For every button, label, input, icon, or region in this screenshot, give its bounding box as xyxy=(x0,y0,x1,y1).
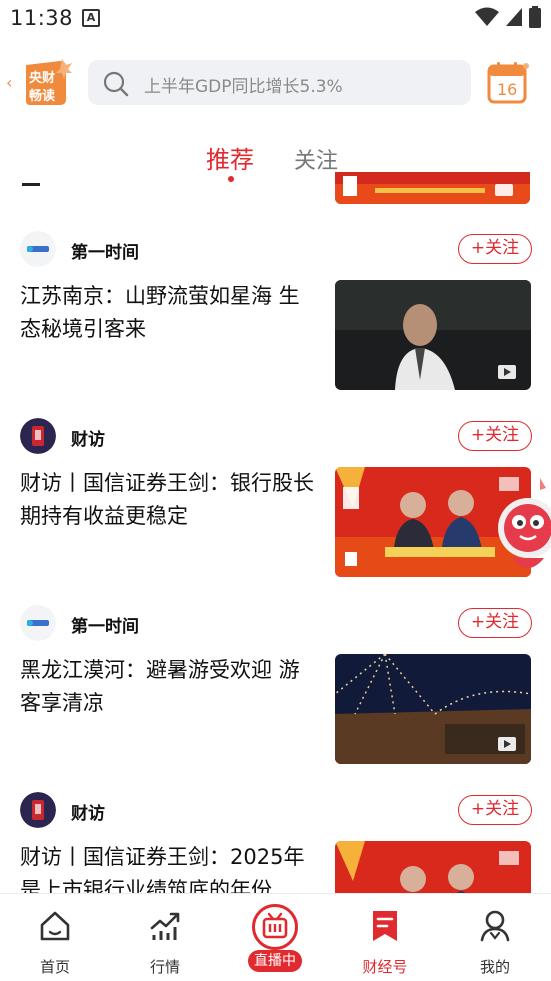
tab-recommend[interactable]: 推荐 xyxy=(206,140,254,175)
battery-icon xyxy=(529,6,541,28)
avatar[interactable] xyxy=(20,231,56,267)
nav-mine-label: 我的 xyxy=(479,958,510,976)
news-title[interactable]: 江苏南京：山野流萤如星海 生态秘境引客来 xyxy=(20,280,316,346)
chart-icon xyxy=(150,912,180,940)
partial-title-fragment xyxy=(22,176,40,186)
cctv-reading-logo[interactable]: 央财 畅读 xyxy=(22,57,74,109)
avatar[interactable] xyxy=(20,418,56,454)
nav-mine[interactable]: 我的 xyxy=(440,894,550,981)
author-name[interactable]: 财访 xyxy=(71,425,105,450)
user-icon xyxy=(480,910,510,942)
partial-feed-item[interactable] xyxy=(0,172,551,206)
floating-mascot-icon[interactable] xyxy=(492,478,551,588)
avatar[interactable] xyxy=(20,605,56,641)
bookmark-icon xyxy=(373,911,397,941)
follow-button[interactable]: +关注 xyxy=(458,608,532,638)
tab-follow[interactable]: 关注 xyxy=(294,143,338,175)
search-input[interactable]: 上半年GDP同比增长5.3% xyxy=(88,60,471,105)
follow-button[interactable]: +关注 xyxy=(458,795,532,825)
calendar-button[interactable]: 16 xyxy=(487,60,529,104)
home-icon xyxy=(40,911,70,941)
wifi-icon xyxy=(475,7,499,26)
notification-badge-icon: A xyxy=(82,9,100,27)
logo-text-line1: 央财 xyxy=(29,71,56,86)
logo-text-line2: 畅读 xyxy=(29,89,56,104)
author-name[interactable]: 财访 xyxy=(71,799,105,824)
follow-button[interactable]: +关注 xyxy=(458,234,532,264)
author-name[interactable]: 第一时间 xyxy=(71,612,139,637)
search-placeholder: 上半年GDP同比增长5.3% xyxy=(144,77,343,97)
status-bar: 11:38 A xyxy=(0,0,551,40)
back-arrow-icon[interactable]: ‹ xyxy=(6,73,12,92)
author-row: 财访 +关注 xyxy=(20,792,532,828)
list-item[interactable]: 财访 +关注 财访丨国信证券王剑：2025年是上市银行业绩筑底的年份 xyxy=(0,792,551,893)
news-title[interactable]: 黑龙江漠河：避暑游受欢迎 游客享清凉 xyxy=(20,654,316,720)
nav-market-label: 行情 xyxy=(149,958,180,976)
author-row: 财访 +关注 xyxy=(20,418,532,454)
news-thumbnail[interactable] xyxy=(335,841,531,893)
live-tv-icon xyxy=(252,904,298,950)
status-time: 11:38 xyxy=(10,6,74,30)
author-row: 第一时间 +关注 xyxy=(20,231,532,267)
search-icon xyxy=(103,71,129,97)
news-feed[interactable]: 第一时间 +关注 江苏南京：山野流萤如星海 生态秘境引客来 财访 +关注 财访丨… xyxy=(0,172,551,893)
status-icons xyxy=(475,6,541,28)
nav-caijing-label: 财经号 xyxy=(362,958,408,976)
author-name[interactable]: 第一时间 xyxy=(71,238,139,263)
author-row: 第一时间 +关注 xyxy=(20,605,532,641)
signal-icon xyxy=(506,8,522,26)
list-item[interactable]: 财访 +关注 财访丨国信证券王剑：银行股长期持有收益更稳定 xyxy=(0,418,551,605)
live-badge: 直播中 xyxy=(248,950,302,972)
avatar[interactable] xyxy=(20,792,56,828)
follow-button[interactable]: +关注 xyxy=(458,421,532,451)
calendar-day: 16 xyxy=(497,80,518,99)
header: ‹ 央财 畅读 上半年GDP同比增长5.3% 16 xyxy=(0,48,551,120)
list-item[interactable]: 第一时间 +关注 江苏南京：山野流萤如星海 生态秘境引客来 xyxy=(0,231,551,418)
partial-thumbnail[interactable] xyxy=(335,172,530,204)
news-title[interactable]: 财访丨国信证券王剑：2025年是上市银行业绩筑底的年份 xyxy=(20,841,316,893)
news-title[interactable]: 财访丨国信证券王剑：银行股长期持有收益更稳定 xyxy=(20,467,316,533)
news-thumbnail[interactable] xyxy=(335,654,531,764)
nav-market[interactable]: 行情 xyxy=(110,894,220,981)
nav-home[interactable]: 首页 xyxy=(0,894,110,981)
list-item[interactable]: 第一时间 +关注 黑龙江漠河：避暑游受欢迎 游客享清凉 xyxy=(0,605,551,792)
news-thumbnail[interactable] xyxy=(335,280,531,390)
nav-live[interactable]: 直播中 xyxy=(220,894,330,981)
nav-caijing[interactable]: 财经号 xyxy=(330,894,440,981)
bottom-nav: 首页 行情 直播中 财经号 我的 xyxy=(0,893,551,981)
nav-home-label: 首页 xyxy=(39,958,70,976)
